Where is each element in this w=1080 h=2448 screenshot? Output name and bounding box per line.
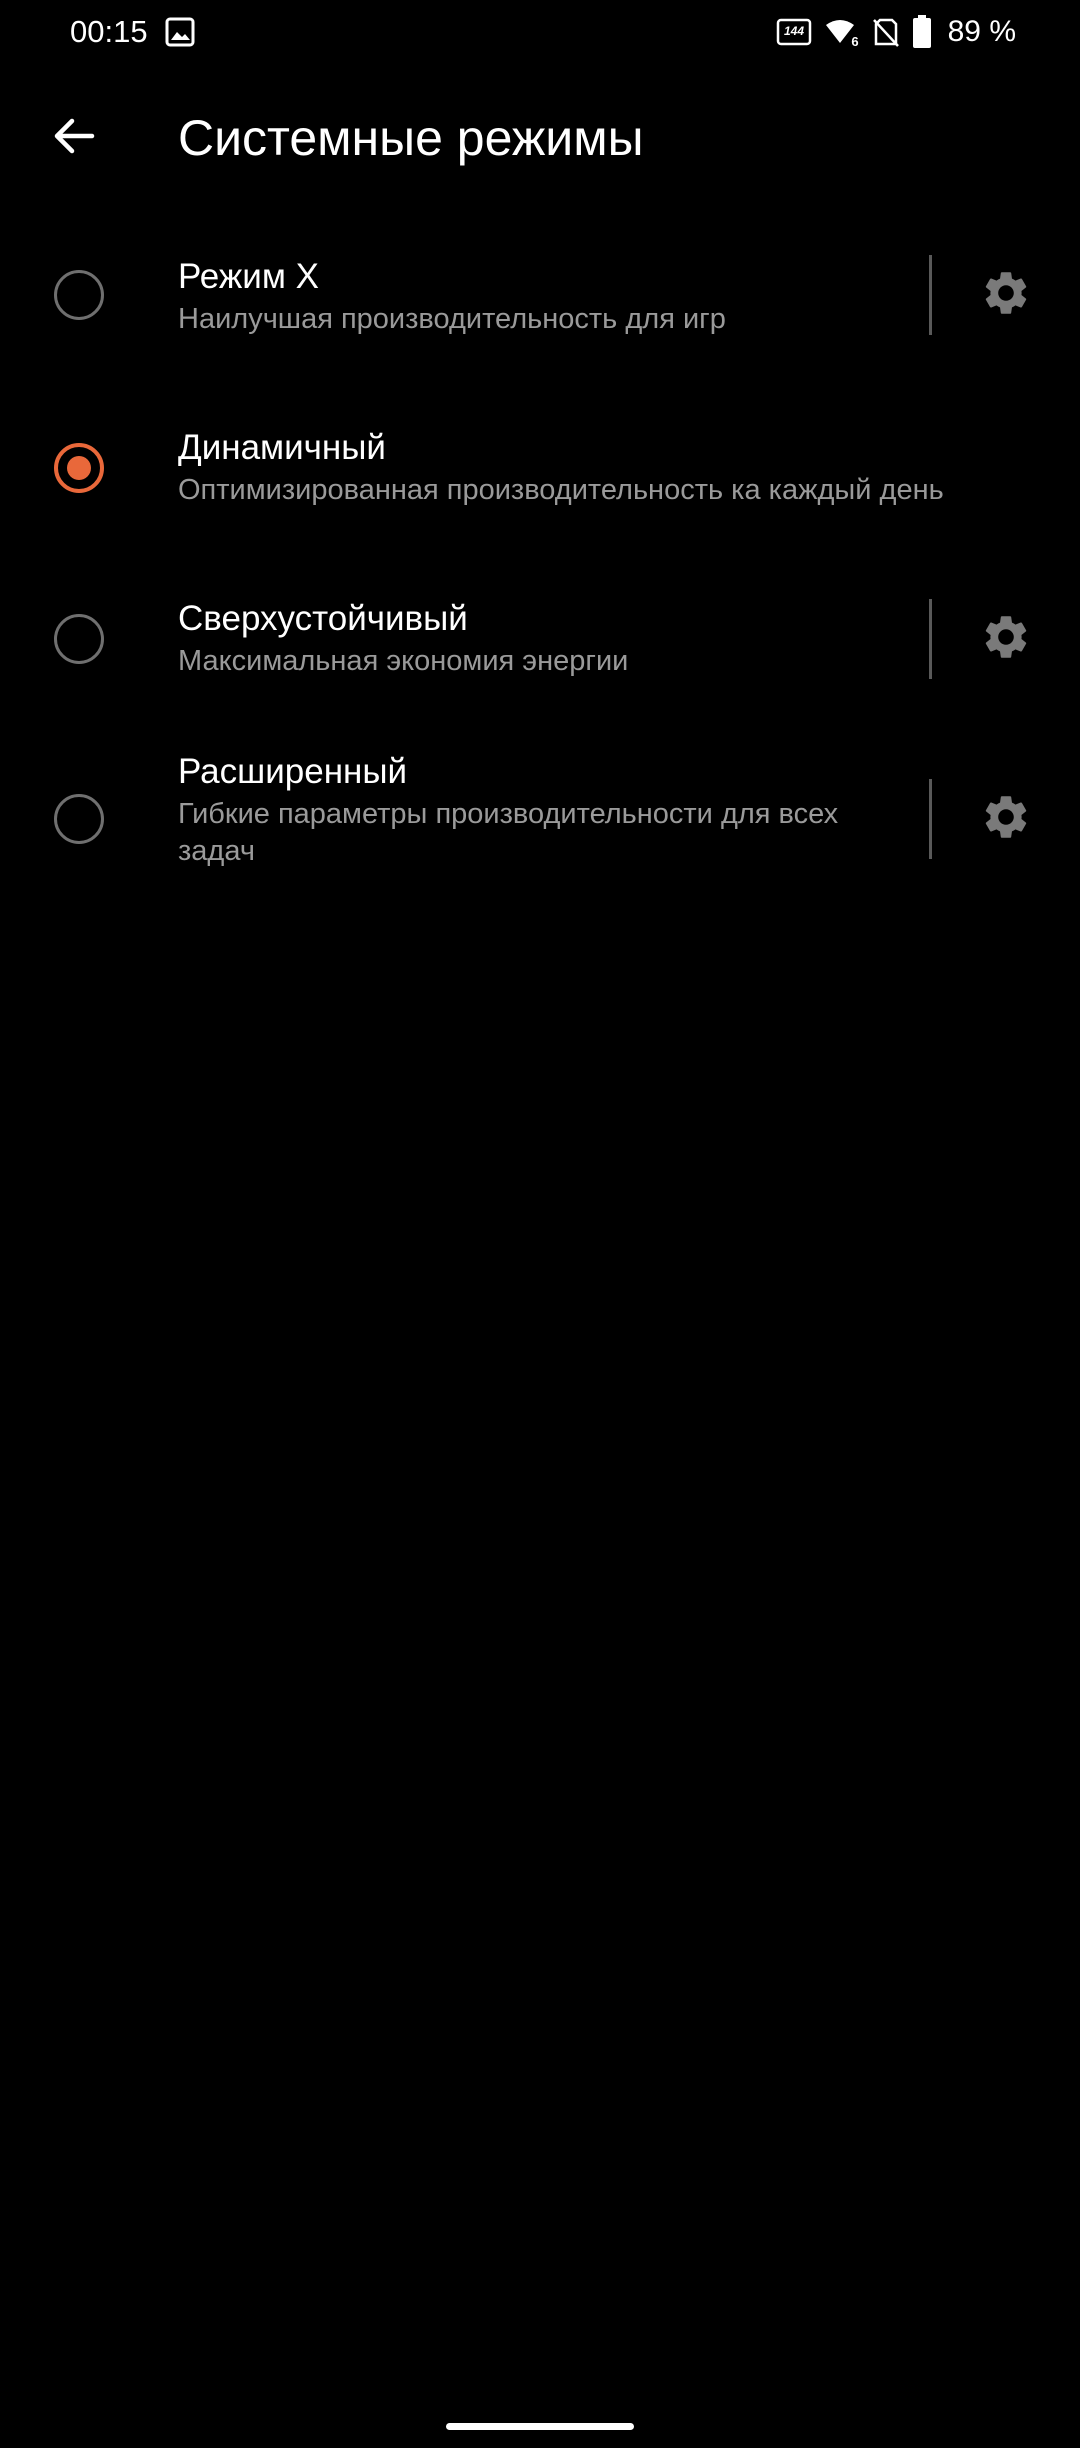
divider	[929, 779, 932, 859]
mode-advanced-settings-button[interactable]	[970, 783, 1042, 855]
mode-item-x[interactable]: Режим X Наилучшая производительность для…	[0, 230, 1080, 402]
battery-percentage: 89 %	[947, 15, 1016, 48]
divider	[929, 599, 932, 679]
gear-icon	[980, 267, 1032, 324]
mode-title: Динамичный	[178, 428, 386, 467]
mode-list: Режим X Наилучшая производительность для…	[0, 230, 1080, 948]
mode-item-dynamic[interactable]: Динамичный Оптимизированная производител…	[0, 402, 1080, 575]
wifi-label: 6	[851, 34, 858, 48]
radio-button-ultra-durable[interactable]	[54, 614, 104, 664]
mode-title: Сверхустойчивый	[178, 599, 468, 638]
mode-text-dynamic: Динамичный Оптимизированная производител…	[178, 426, 944, 509]
arrow-back-icon	[50, 112, 98, 165]
mode-item-advanced[interactable]: Расширенный Гибкие параметры производите…	[0, 748, 1080, 948]
status-bar: 00:15 144 6 89 %	[0, 0, 1080, 64]
mode-x-settings-button[interactable]	[970, 259, 1042, 331]
refresh-rate-label: 144	[784, 24, 804, 38]
gesture-nav-handle[interactable]	[446, 2423, 634, 2430]
gear-icon	[980, 611, 1032, 668]
battery-icon	[912, 15, 932, 49]
radio-button-x[interactable]	[54, 270, 104, 320]
mode-title: Режим X	[178, 257, 319, 296]
gallery-icon	[164, 16, 196, 48]
refresh-rate-144hz-icon: 144	[776, 16, 812, 48]
radio-button-dynamic[interactable]	[54, 443, 104, 493]
wifi-6-icon: 6	[824, 16, 860, 48]
mode-text-ultra-durable: Сверхустойчивый Максимальная экономия эн…	[178, 597, 628, 680]
divider	[929, 255, 932, 335]
page-title: Системные режимы	[178, 110, 644, 166]
mode-ultra-durable-settings-button[interactable]	[970, 603, 1042, 675]
radio-button-advanced[interactable]	[54, 794, 104, 844]
app-bar: Системные режимы	[0, 88, 1080, 188]
gear-icon	[980, 791, 1032, 848]
mode-title: Расширенный	[178, 752, 408, 791]
back-button[interactable]	[40, 104, 108, 172]
no-sim-icon	[872, 16, 900, 48]
status-icons: 144 6 89 %	[776, 12, 1016, 52]
mode-description: Максимальная экономия энергии	[178, 645, 629, 677]
mode-item-ultra-durable[interactable]: Сверхустойчивый Максимальная экономия эн…	[0, 575, 1080, 748]
mode-description: Наилучшая производительность для игр	[178, 303, 726, 335]
mode-description: Оптимизированная производительность ка к…	[178, 474, 944, 506]
mode-text-advanced: Расширенный Гибкие параметры производите…	[178, 750, 878, 870]
mode-description: Гибкие параметры производительности для …	[178, 798, 839, 867]
mode-text-x: Режим X Наилучшая производительность для…	[178, 255, 726, 338]
status-time: 00:15	[70, 14, 148, 49]
